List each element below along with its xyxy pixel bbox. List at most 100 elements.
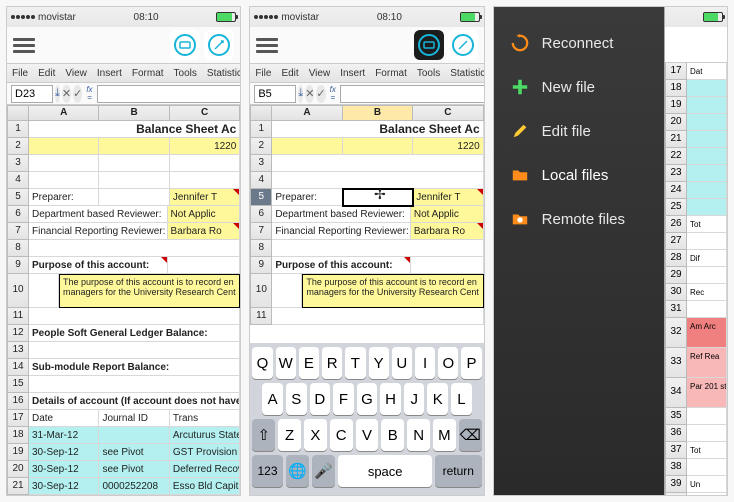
accept-icon[interactable]: ✓: [316, 85, 325, 103]
menu-edit[interactable]: Edit: [276, 68, 303, 79]
cell[interactable]: [687, 459, 727, 476]
row-header[interactable]: 28: [665, 250, 687, 267]
cell[interactable]: [687, 425, 727, 442]
cell[interactable]: Details of account (If account does not …: [29, 393, 240, 410]
key-mic[interactable]: 🎤: [312, 455, 335, 487]
row-header[interactable]: 37: [665, 442, 687, 459]
row-header[interactable]: 12: [7, 325, 29, 342]
row-header[interactable]: 5: [250, 189, 272, 206]
select-all-corner[interactable]: [7, 105, 29, 121]
cell[interactable]: [687, 114, 727, 131]
cell[interactable]: Trans: [170, 410, 240, 427]
cell[interactable]: Deferred Recoverable: [170, 461, 240, 478]
menu-insert[interactable]: Insert: [335, 68, 370, 79]
cell[interactable]: Date: [29, 410, 99, 427]
cell[interactable]: [687, 267, 727, 284]
cell[interactable]: [687, 148, 727, 165]
cell[interactable]: [29, 240, 240, 257]
row-header[interactable]: 1: [7, 121, 29, 138]
key-a[interactable]: A: [262, 383, 283, 415]
row-header[interactable]: 30: [665, 284, 687, 301]
fx-button[interactable]: fx=: [84, 86, 94, 102]
cell[interactable]: Sub-module Report Balance:: [29, 359, 240, 376]
cell[interactable]: [168, 257, 241, 274]
menu-tools[interactable]: Tools: [169, 68, 202, 79]
cell[interactable]: 30-Sep-12: [29, 478, 99, 495]
row-header[interactable]: 29: [665, 267, 687, 284]
row-header[interactable]: 18: [7, 427, 29, 444]
purpose-note[interactable]: The purpose of this account is to record…: [302, 274, 483, 308]
row-header[interactable]: 19: [7, 444, 29, 461]
col-header-c[interactable]: C: [170, 105, 240, 121]
row-header[interactable]: 11: [250, 308, 272, 325]
row-header[interactable]: 27: [665, 233, 687, 250]
cell[interactable]: Barbara Ro: [168, 223, 241, 240]
row-header[interactable]: 15: [7, 376, 29, 393]
row-header[interactable]: 9: [250, 257, 272, 274]
row-header[interactable]: 38: [665, 459, 687, 476]
name-dropdown-icon[interactable]: ⤓: [298, 85, 303, 103]
name-dropdown-icon[interactable]: ⤓: [55, 85, 60, 103]
cell[interactable]: Arcuturus Statement I: [170, 427, 240, 444]
menu-view[interactable]: View: [304, 68, 336, 79]
key-b[interactable]: B: [381, 419, 404, 451]
cell[interactable]: Par 201 stat: [687, 378, 727, 408]
key-r[interactable]: R: [322, 347, 342, 379]
formula-input[interactable]: [340, 85, 485, 103]
cell[interactable]: Not Applic: [411, 206, 484, 223]
row-header[interactable]: 6: [250, 206, 272, 223]
cell[interactable]: [687, 301, 727, 318]
menu-file[interactable]: File: [7, 68, 33, 79]
cell[interactable]: Jennifer T: [413, 189, 483, 206]
purpose-note[interactable]: The purpose of this account is to record…: [59, 274, 240, 308]
row-header[interactable]: 4: [250, 172, 272, 189]
cell[interactable]: 1220: [170, 138, 240, 155]
cell[interactable]: [272, 138, 342, 155]
menu-edit-file[interactable]: Edit file: [494, 109, 664, 153]
cell[interactable]: [170, 172, 240, 189]
cell[interactable]: [687, 97, 727, 114]
menu-format[interactable]: Format: [127, 68, 169, 79]
key-g[interactable]: G: [357, 383, 378, 415]
key-l[interactable]: L: [451, 383, 472, 415]
row-header[interactable]: 20: [665, 114, 687, 131]
row-header[interactable]: 20: [7, 461, 29, 478]
key-q[interactable]: Q: [252, 347, 272, 379]
cell[interactable]: Purpose of this account:: [29, 257, 168, 274]
key-i[interactable]: I: [415, 347, 435, 379]
cell[interactable]: [687, 408, 727, 425]
cell[interactable]: [29, 172, 99, 189]
key-v[interactable]: V: [356, 419, 379, 451]
accept-icon[interactable]: ✓: [73, 85, 82, 103]
menu-tools[interactable]: Tools: [412, 68, 445, 79]
cell[interactable]: [99, 189, 169, 206]
row-header[interactable]: 35: [665, 408, 687, 425]
key-u[interactable]: U: [392, 347, 412, 379]
cell[interactable]: [272, 155, 483, 172]
cell[interactable]: 30-Sep-12: [29, 461, 99, 478]
key-k[interactable]: K: [427, 383, 448, 415]
row-header[interactable]: 8: [7, 240, 29, 257]
row-header[interactable]: 23: [665, 165, 687, 182]
key-o[interactable]: O: [438, 347, 458, 379]
cell[interactable]: Department based Reviewer:: [272, 206, 411, 223]
menu-reconnect[interactable]: Reconnect: [494, 21, 664, 65]
cell[interactable]: Journal ID: [99, 410, 169, 427]
cell[interactable]: 31-Mar-12: [29, 427, 99, 444]
cell[interactable]: [29, 342, 240, 359]
cell[interactable]: Preparer:: [29, 189, 99, 206]
key-shift[interactable]: ⇧: [252, 419, 275, 451]
key-m[interactable]: M: [433, 419, 456, 451]
cell[interactable]: Purpose of this account:: [272, 257, 411, 274]
cell-reference-input[interactable]: [254, 85, 296, 103]
key-space[interactable]: space: [338, 455, 431, 487]
row-header[interactable]: 7: [7, 223, 29, 240]
menu-insert[interactable]: Insert: [92, 68, 127, 79]
row-header[interactable]: 39: [665, 476, 687, 493]
cell[interactable]: [29, 155, 99, 172]
key-p[interactable]: P: [461, 347, 481, 379]
row-header[interactable]: 32: [665, 318, 687, 348]
col-header-c[interactable]: C: [413, 105, 483, 121]
cell[interactable]: Am Arc: [687, 318, 727, 348]
edit-toggle-button[interactable]: [204, 30, 234, 60]
